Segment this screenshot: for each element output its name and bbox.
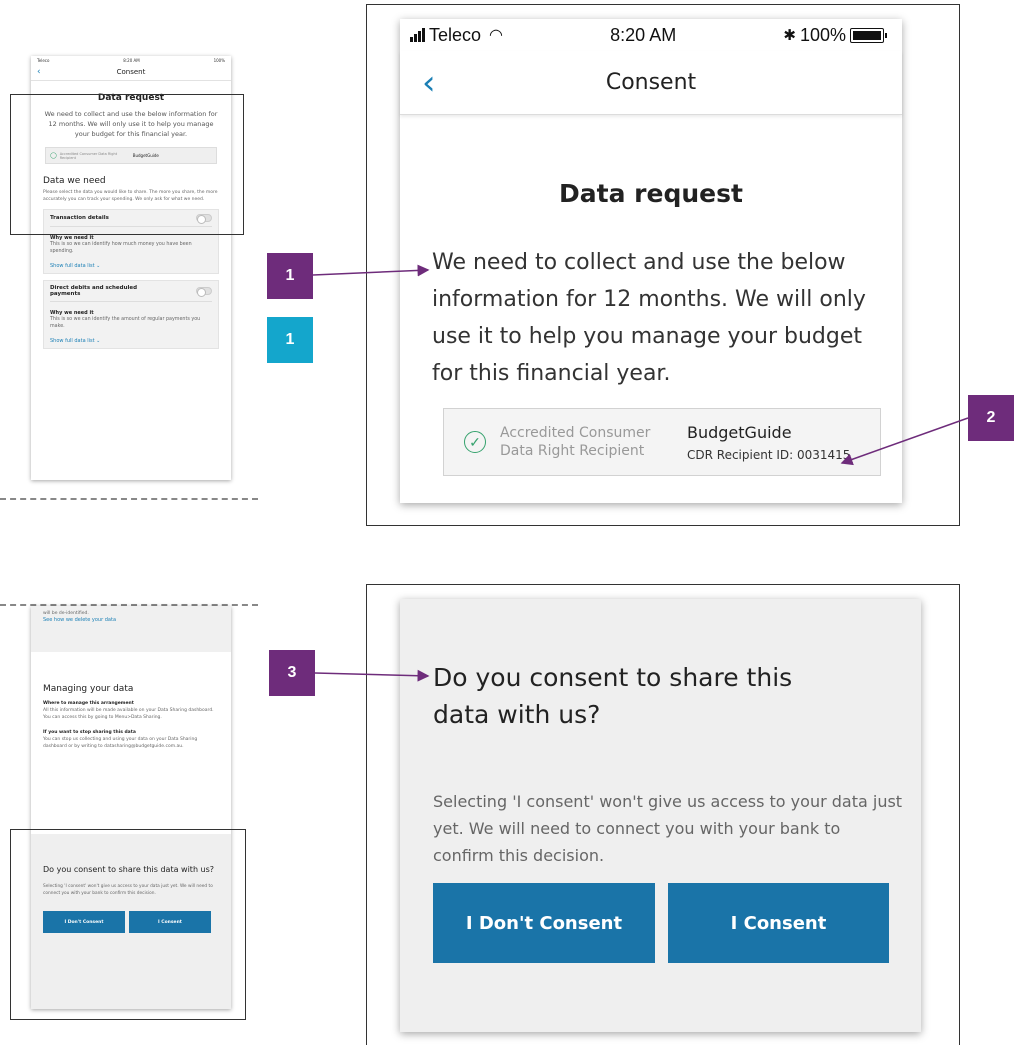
arrow-3	[314, 669, 430, 682]
arrow-1	[312, 264, 430, 277]
annotation-arrows	[312, 264, 969, 682]
arrow-2	[840, 417, 969, 466]
